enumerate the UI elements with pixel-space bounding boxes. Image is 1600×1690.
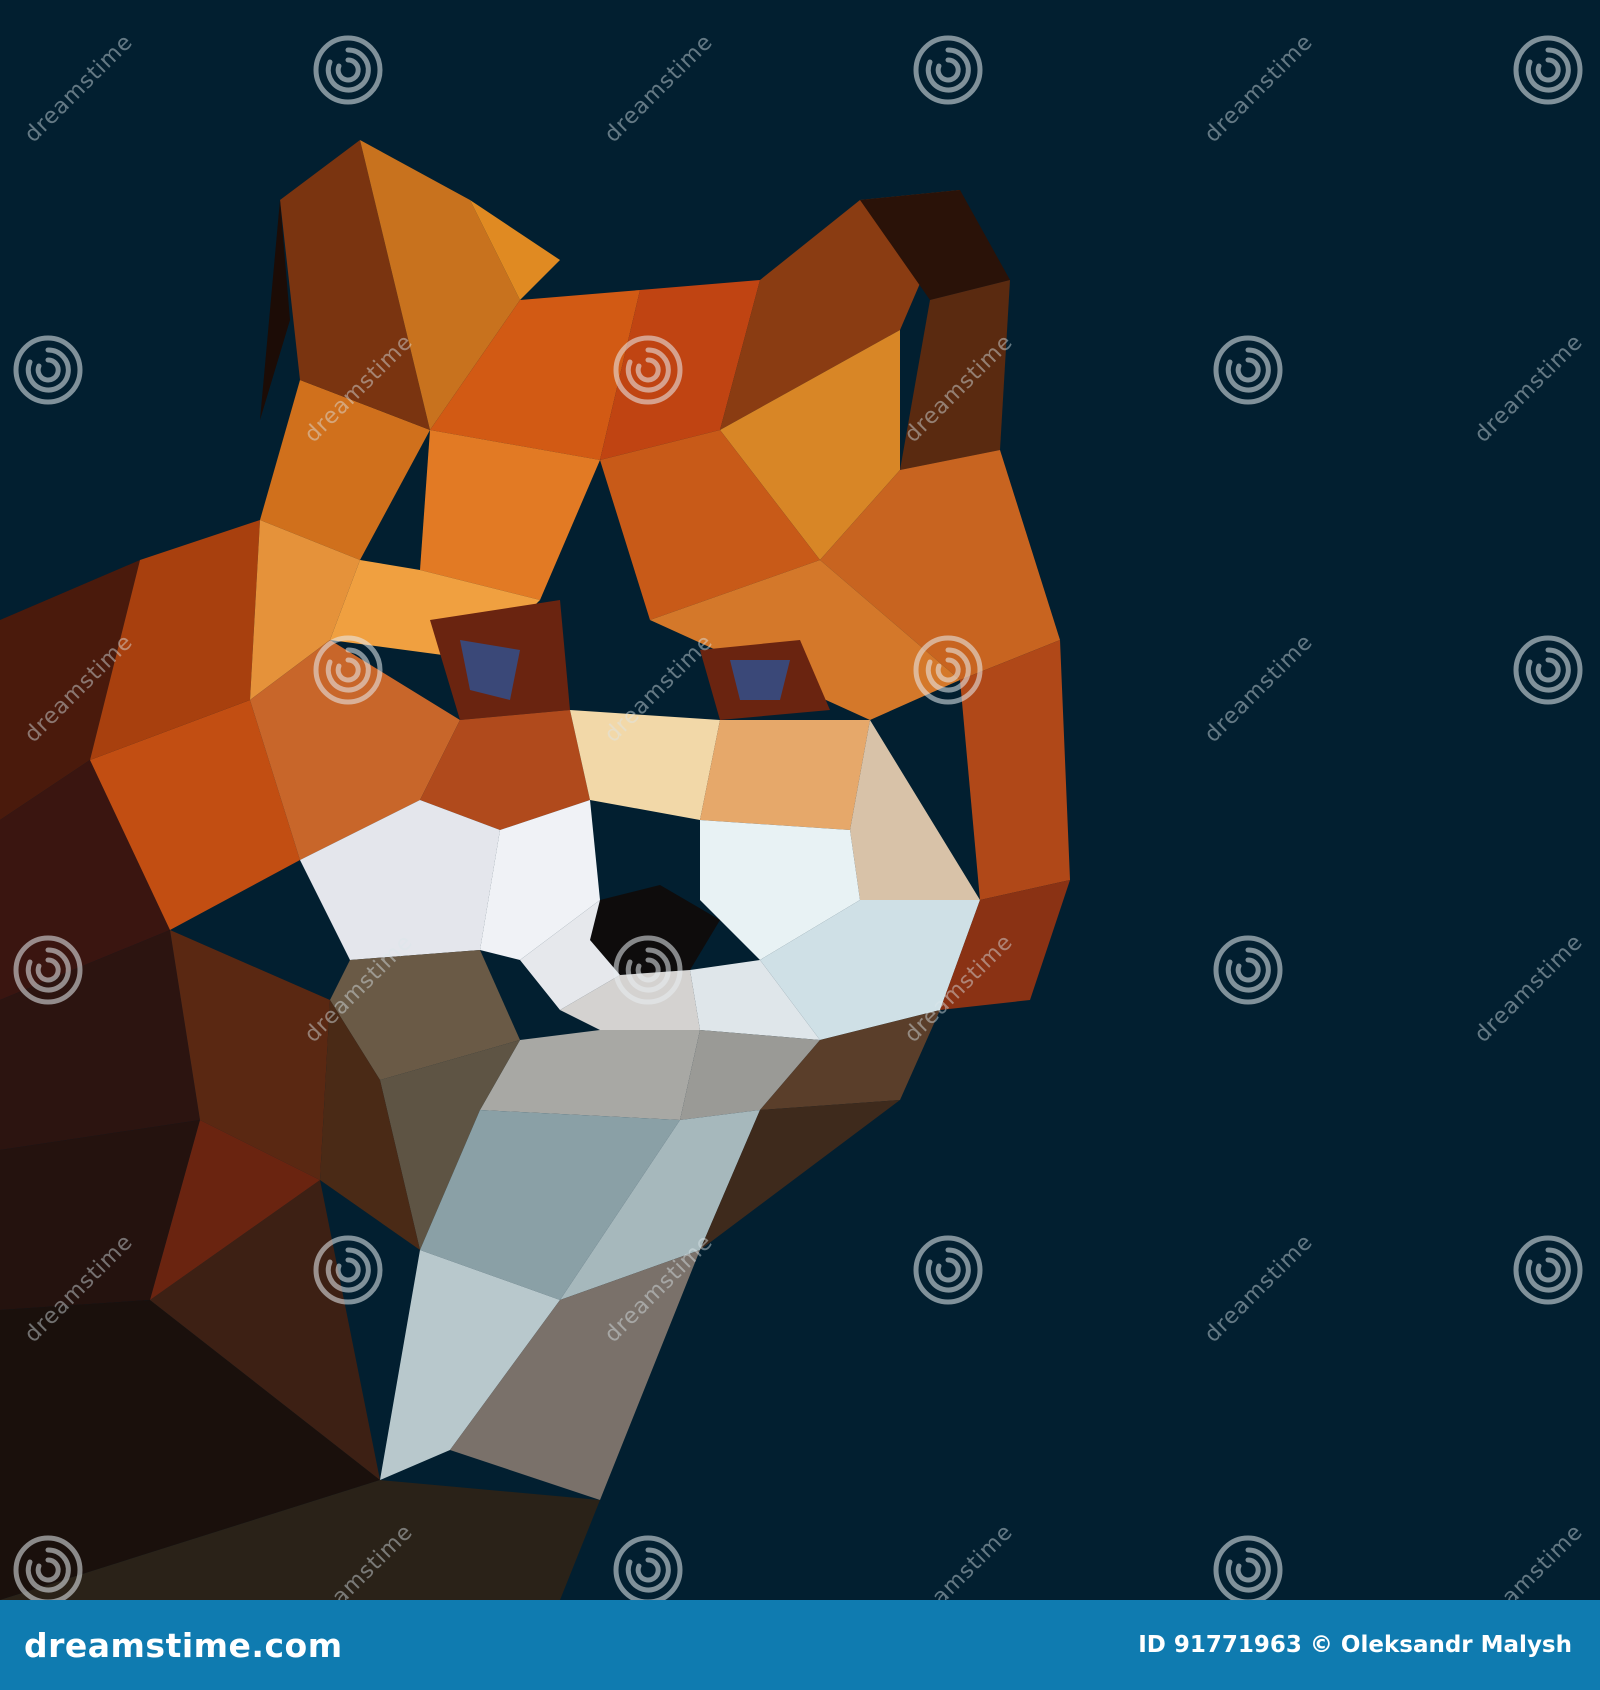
fox-graphic: [0, 140, 1070, 1600]
fox-facet: [700, 720, 870, 830]
footer-credit: ID 91771963 © Oleksandr Malysh: [1138, 1632, 1572, 1658]
stock-image: dreamstime dreamstime dreamstime dreamstime…: [0, 0, 1600, 1690]
fox-facet: [960, 640, 1070, 900]
fox-facet: [420, 430, 600, 600]
fox-facet: [730, 660, 790, 700]
fox-facet: [900, 280, 1010, 470]
fox-facet: [570, 710, 720, 820]
footer-bar: dreamstime.com ID 91771963 © Oleksandr M…: [0, 1600, 1600, 1690]
fox-facet: [850, 720, 980, 900]
footer-brand: dreamstime.com: [24, 1625, 343, 1665]
low-poly-fox-illustration: [0, 0, 1600, 1600]
